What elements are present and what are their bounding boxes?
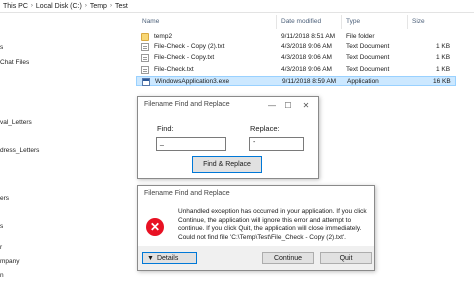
find-replace-button[interactable]: Find & Replace [192,156,262,173]
error-detail: Could not find file 'C:\Temp\Test\File_C… [178,234,346,241]
breadcrumb[interactable]: This PC › Local Disk (C:) › Temp › Test [0,0,474,13]
find-replace-dialog: Filename Find and Replace — ☐ ✕ Find: _ … [137,96,319,179]
breadcrumb-item-test[interactable]: Test [115,3,128,10]
column-type[interactable]: Type [346,18,360,25]
file-type: File folder [346,33,375,40]
text-document-icon [141,66,149,74]
nav-item[interactable]: r [0,244,2,251]
folder-icon [141,33,149,41]
application-icon [142,78,150,86]
file-row[interactable]: File-Check.txt 4/3/2018 9:06 AM Text Doc… [136,65,456,75]
column-divider[interactable] [341,15,342,29]
file-type: Text Document [346,54,390,61]
file-name: File-Check - Copy.txt [154,54,215,61]
breadcrumb-item-this-pc[interactable]: This PC [3,3,28,10]
file-date: 4/3/2018 9:06 AM [281,66,332,73]
file-type: Text Document [346,66,390,73]
minimize-icon[interactable]: — [266,99,278,111]
column-date-modified[interactable]: Date modified [281,18,321,25]
error-dialog: Filename Find and Replace ✕ Unhandled ex… [137,185,375,271]
file-date: 9/11/2018 8:51 AM [281,33,336,40]
chevron-right-icon: › [30,3,33,9]
text-document-icon [141,54,149,62]
chevron-right-icon: › [109,3,112,9]
nav-item[interactable]: s [0,44,3,51]
file-size: 16 KB [433,78,451,85]
column-divider[interactable] [407,15,408,29]
nav-item[interactable]: mpany [0,258,20,265]
nav-item[interactable]: n [0,272,4,279]
file-row[interactable]: File-Check - Copy (2).txt 4/3/2018 9:06 … [136,42,456,52]
nav-item[interactable]: s [0,223,3,230]
replace-input[interactable]: - [249,137,304,151]
file-row[interactable]: File-Check - Copy.txt 4/3/2018 9:06 AM T… [136,53,456,63]
file-date: 9/11/2018 8:59 AM [282,78,337,85]
file-type: Application [347,78,379,85]
breadcrumb-item-temp[interactable]: Temp [90,3,107,10]
chevron-right-icon: › [84,3,87,9]
column-header: Name Date modified Type Size [136,16,474,29]
error-message: Unhandled exception has occurred in your… [178,208,367,232]
nav-item[interactable]: Chat Files [0,59,29,66]
find-input[interactable]: _ [156,137,226,151]
nav-item[interactable]: val_Letters [0,119,32,126]
file-size: 1 KB [436,43,451,50]
file-size: 1 KB [436,66,451,73]
maximize-icon[interactable]: ☐ [282,99,294,111]
chevron-down-icon: ▼ [147,254,154,262]
file-name: WindowsApplication3.exe [155,78,230,85]
file-type: Text Document [346,43,390,50]
error-icon: ✕ [146,218,164,236]
file-name: temp2 [154,33,173,40]
quit-button[interactable]: Quit [320,252,372,264]
text-document-icon [141,43,149,51]
breadcrumb-item-local-disk[interactable]: Local Disk (C:) [36,3,82,10]
column-size[interactable]: Size [412,18,425,25]
file-name: File-Check - Copy (2).txt [154,43,225,50]
details-label: Details [156,254,179,262]
continue-button[interactable]: Continue [262,252,314,264]
replace-label: Replace: [250,124,280,133]
close-icon[interactable]: ✕ [300,99,312,111]
file-date: 4/3/2018 9:06 AM [281,43,332,50]
file-size: 1 KB [436,54,451,61]
details-button[interactable]: ▼ Details [142,252,197,264]
dialog-footer: ▼ Details Continue Quit [138,246,374,270]
nav-item[interactable]: ers [0,195,9,202]
nav-item[interactable]: dress_Letters [0,147,39,154]
find-label: Find: [157,124,174,133]
file-row[interactable]: temp2 9/11/2018 8:51 AM File folder [136,32,456,42]
column-divider[interactable] [276,15,277,29]
column-name[interactable]: Name [142,18,159,25]
file-date: 4/3/2018 9:06 AM [281,54,332,61]
file-row-selected[interactable]: WindowsApplication3.exe 9/11/2018 8:59 A… [136,76,456,86]
dialog-title: Filename Find and Replace [144,190,230,197]
file-name: File-Check.txt [154,66,194,73]
